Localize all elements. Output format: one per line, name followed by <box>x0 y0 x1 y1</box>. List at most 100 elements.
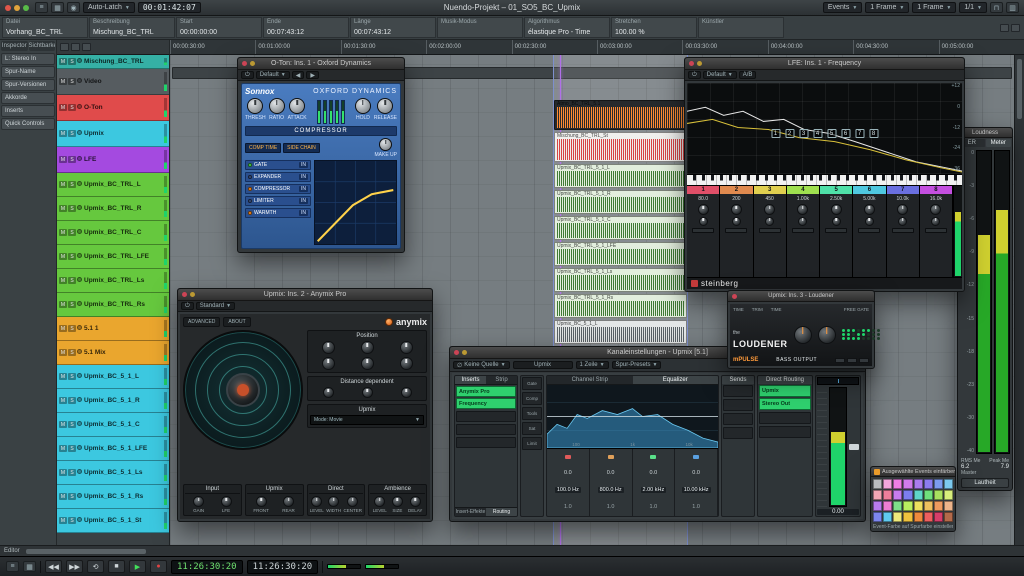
metronome-icon[interactable]: ▦ <box>23 561 36 572</box>
inspector-section[interactable]: Spur-Versionen <box>1 79 55 91</box>
info-field-value[interactable]: 00:07:43:12 <box>267 29 345 36</box>
routing-slot-empty[interactable] <box>759 412 811 424</box>
minimize-icon[interactable] <box>250 61 255 66</box>
track-row[interactable]: M S Upmix_BC_TRL_L <box>57 173 169 197</box>
close-icon[interactable] <box>5 5 11 11</box>
record-arm-icon[interactable] <box>77 130 82 135</box>
eq-q-value[interactable]: 1.0 <box>650 504 658 510</box>
track-row[interactable]: M S Upmix_BC_5_1_LFE <box>57 437 169 461</box>
event-color-window[interactable]: Ausgewählte Events einfärben Event-Farbe… <box>870 466 956 532</box>
position-knob[interactable] <box>400 341 413 354</box>
color-pad[interactable] <box>924 512 933 522</box>
track-name[interactable]: Mischung_BC_TRL <box>84 58 162 65</box>
horizontal-scrollbar[interactable]: Editor <box>0 545 1024 556</box>
automation-mode-select[interactable]: Auto-Latch▼ <box>83 2 135 13</box>
track-row[interactable]: M S Upmix_BC_5_1_St <box>57 509 169 533</box>
eq-gain-value[interactable]: 0.0 <box>607 470 615 476</box>
track-name[interactable]: Upmix_BC_5_1_St <box>84 517 162 524</box>
band-gain-knob[interactable] <box>731 204 742 215</box>
section-knob[interactable] <box>328 496 339 507</box>
constrain-compensation-icon[interactable]: ◉ <box>67 2 80 13</box>
bypass-button[interactable]: ⏻ <box>181 302 194 310</box>
window-titlebar[interactable]: Loudness <box>958 128 1012 138</box>
record-arm-icon[interactable] <box>77 78 82 83</box>
dynamics-knob[interactable] <box>355 98 371 114</box>
section-knob[interactable] <box>193 496 204 507</box>
color-pad[interactable] <box>924 490 933 500</box>
inspector-section[interactable]: Quick Controls <box>1 118 55 130</box>
color-pad[interactable] <box>934 512 943 522</box>
inspector-section[interactable]: Akkorde <box>1 92 55 104</box>
window-controls[interactable] <box>5 5 29 11</box>
audio-event[interactable]: Upmix_BC_TRL_5_1_Rs <box>554 294 687 318</box>
mute-button[interactable]: M <box>59 181 67 188</box>
track-row[interactable]: M S Upmix_BC_5_1_C <box>57 413 169 437</box>
option-button[interactable] <box>835 358 845 363</box>
tab-routing[interactable]: Routing <box>486 508 517 516</box>
record-arm-icon[interactable] <box>77 104 82 109</box>
drive-knob[interactable] <box>794 326 812 344</box>
track-row[interactable]: M S Upmix_BC_TRL_C <box>57 221 169 245</box>
solo-button[interactable]: S <box>68 181 76 188</box>
track-presets-select[interactable]: Spur-Presets▼ <box>612 361 662 369</box>
audio-event[interactable]: Upmix_BC_TRL_5_1_LFE <box>554 242 687 266</box>
bypass-button[interactable]: ⏻ <box>241 71 254 79</box>
strip-module[interactable]: Gate <box>522 377 542 390</box>
window-titlebar[interactable]: Upmix: Ins. 2 - Anymix Pro <box>178 289 432 301</box>
primary-time-display[interactable]: 00:01:42:07 <box>138 2 201 13</box>
band-on-button[interactable] <box>858 228 880 233</box>
band-q-knob[interactable] <box>699 217 708 226</box>
band-frequency-value[interactable]: 2.50k <box>830 196 842 202</box>
section-knob[interactable] <box>347 496 358 507</box>
solo-button[interactable]: S <box>68 469 76 476</box>
mute-button[interactable]: M <box>59 469 67 476</box>
record-arm-icon[interactable] <box>77 301 82 306</box>
band-gain-knob[interactable] <box>764 204 775 215</box>
send-slot[interactable] <box>723 427 753 439</box>
band-gain-knob[interactable] <box>698 204 709 215</box>
mute-button[interactable]: M <box>59 349 67 356</box>
mute-button[interactable]: M <box>59 445 67 452</box>
record-arm-icon[interactable] <box>77 421 82 426</box>
audio-event[interactable]: Upmix_BC_TRL_5_1_C <box>554 216 687 240</box>
add-track-icon[interactable] <box>60 43 69 51</box>
color-pad[interactable] <box>914 512 923 522</box>
band-number-header[interactable]: 6 <box>853 186 885 194</box>
strip-module[interactable]: Tools <box>522 407 542 420</box>
band-number-header[interactable]: 3 <box>754 186 786 194</box>
record-arm-icon[interactable] <box>77 397 82 402</box>
section-knob[interactable] <box>311 496 322 507</box>
piano-keyboard-strip[interactable] <box>687 175 962 185</box>
window-titlebar[interactable]: Upmix: Ins. 3 - Loudener <box>728 291 874 302</box>
zoom-icon[interactable] <box>23 5 29 11</box>
band-frequency-value[interactable]: 1.00k <box>797 196 809 202</box>
horizontal-scroll-thumb[interactable] <box>26 549 146 554</box>
insert-slot[interactable]: Frequency <box>456 398 516 409</box>
band-select-button[interactable]: 7 <box>855 129 864 138</box>
record-arm-icon[interactable] <box>77 277 82 282</box>
solo-button[interactable]: S <box>68 58 76 65</box>
track-name[interactable]: 5.1 Mix <box>84 349 162 356</box>
audio-event[interactable]: Atmo_BC_TRL_5.1 <box>554 100 687 130</box>
record-arm-icon[interactable] <box>77 253 82 258</box>
track-name[interactable]: Upmix_BC_TRL_Rs <box>84 301 162 308</box>
solo-button[interactable]: S <box>68 421 76 428</box>
inspector-section[interactable]: L: Stereo In <box>1 53 55 65</box>
tab-about[interactable]: ABOUT <box>223 317 250 327</box>
zone-select[interactable]: 1 Zeile▼ <box>576 361 609 369</box>
tab-insert-effects[interactable]: Insert-Effekte <box>455 508 486 516</box>
audio-event[interactable]: Upmix_BC_TRL_5_1_Ls <box>554 268 687 292</box>
process-in-button[interactable]: IN <box>299 186 308 192</box>
process-in-button[interactable]: IN <box>299 210 308 216</box>
color-pad[interactable] <box>914 490 923 500</box>
track-name[interactable]: O-Ton <box>84 104 162 111</box>
process-in-button[interactable]: IN <box>299 198 308 204</box>
distance-knob[interactable] <box>323 387 334 398</box>
setup-menu-icon[interactable]: ≡ <box>35 2 48 13</box>
record-arm-icon[interactable] <box>77 205 82 210</box>
color-pad[interactable] <box>924 501 933 511</box>
infoline-option-icon[interactable] <box>1011 24 1020 32</box>
info-field[interactable]: Künstler <box>698 17 784 38</box>
color-pad[interactable] <box>914 501 923 511</box>
section-knob[interactable] <box>256 496 267 507</box>
